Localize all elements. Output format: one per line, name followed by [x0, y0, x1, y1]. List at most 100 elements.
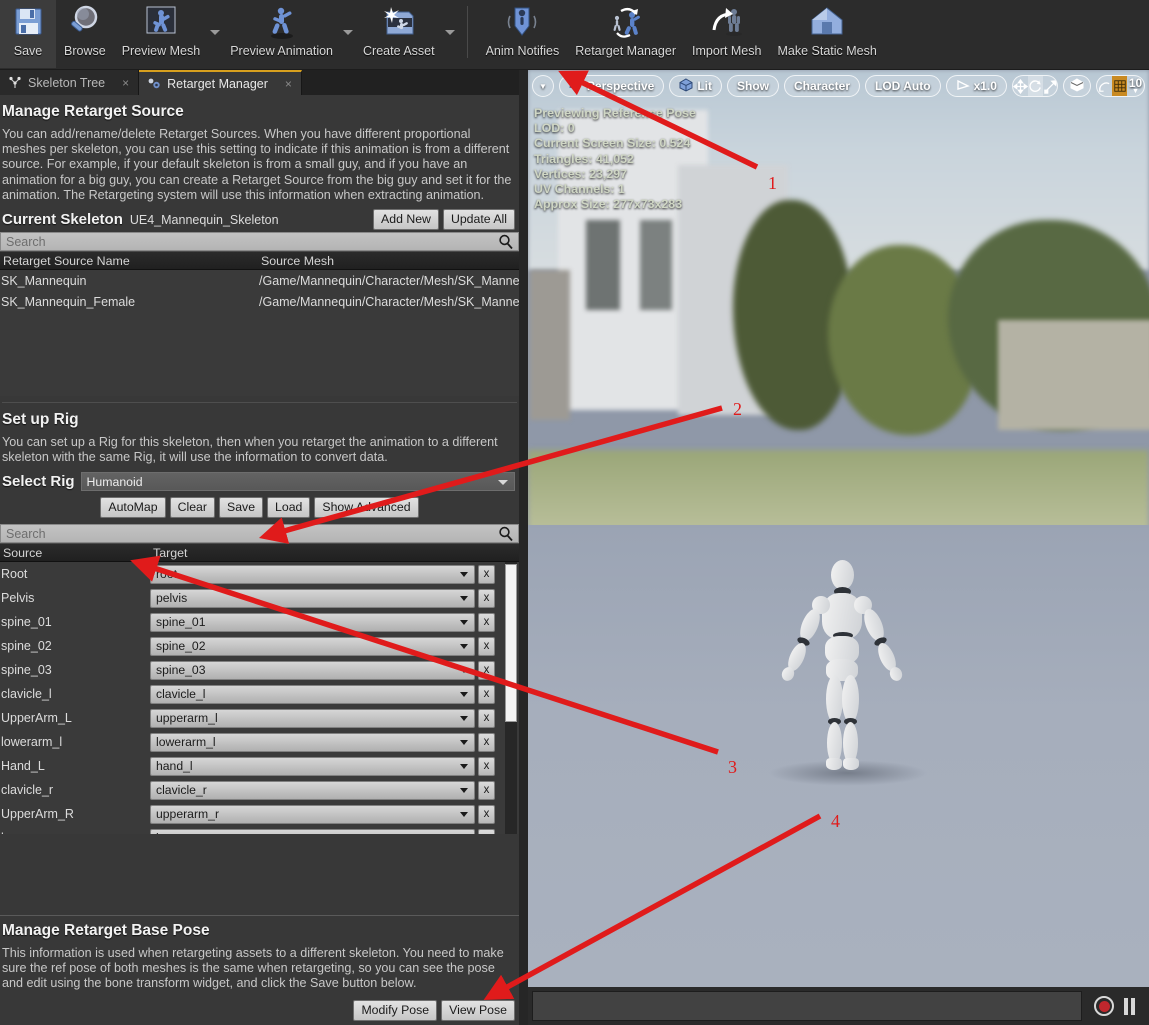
toolbar-button-preview-mesh[interactable]: Preview Mesh — [114, 0, 209, 68]
viewport-lod-menu-button[interactable]: LOD Auto — [865, 75, 941, 97]
bone-mapping-clear-button[interactable]: x — [478, 804, 495, 824]
bone-mapping-target-dropdown[interactable]: spine_02 — [150, 636, 475, 656]
rotate-gizmo-icon[interactable] — [1027, 76, 1043, 96]
clear-button[interactable]: Clear — [169, 497, 215, 519]
column-header-source-mesh[interactable]: Source Mesh — [258, 254, 519, 268]
bone-mapping-source: Pelvis — [1, 591, 35, 606]
toolbar-group-skeleton: Anim Notifies Retarget Manager Import Me… — [478, 0, 885, 70]
save-rig-button[interactable]: Save — [219, 497, 264, 519]
viewport-character-menu-button[interactable]: Character — [783, 75, 861, 97]
bone-mapping-clear-button[interactable]: x — [478, 732, 495, 752]
cell-source-mesh: /Game/Mannequin/Character/Mesh/SK_Manneq — [259, 273, 519, 288]
bone-mapping-clear-button[interactable]: x — [478, 684, 495, 704]
bone-mapping-clear-button[interactable]: x — [478, 708, 495, 728]
toolbar-button-import-mesh[interactable]: Import Mesh — [684, 0, 769, 68]
toolbar-separator — [466, 6, 468, 58]
bone-mapping-target-dropdown[interactable]: pelvis — [150, 588, 475, 608]
toolbar-button-create-asset[interactable]: Create Asset — [355, 0, 443, 68]
viewport-perspective-button[interactable]: Perspective — [558, 75, 665, 97]
tab-close-skeleton-tree[interactable]: × — [119, 76, 132, 90]
tab-close-retarget-manager[interactable]: × — [282, 77, 295, 91]
mannequin-preview-mesh[interactable] — [776, 560, 906, 780]
translate-gizmo-icon[interactable] — [1012, 76, 1028, 96]
bone-mapping-search[interactable] — [0, 524, 519, 544]
viewport-playback-speed-button[interactable]: x1.0 — [945, 75, 1007, 97]
column-header-source[interactable]: Source — [0, 546, 150, 560]
rotation-snap-icon[interactable] — [1097, 76, 1112, 96]
record-icon[interactable] — [1094, 996, 1114, 1016]
preview-mesh-dropdown-caret[interactable] — [208, 0, 222, 68]
grid-snap-value[interactable]: 10 ▼ — [1127, 76, 1144, 96]
create-asset-dropdown-caret[interactable] — [443, 0, 457, 68]
bone-mapping-search-input[interactable] — [1, 526, 497, 541]
show-advanced-button[interactable]: Show Advanced — [314, 497, 419, 519]
bone-mapping-target-value: lowerarm_r — [156, 831, 217, 834]
preview-viewport[interactable]: ▼ Perspective Lit Show Character LOD Aut… — [528, 70, 1149, 1025]
bone-mapping-source: UpperArm_L — [1, 711, 72, 726]
retarget-source-search[interactable] — [0, 232, 519, 252]
toolbar-button-make-static-mesh[interactable]: Make Static Mesh — [769, 0, 884, 68]
bone-mapping-clear-button[interactable]: x — [478, 756, 495, 776]
chevron-down-icon — [460, 812, 468, 818]
retarget-source-actions: Add New Update All — [373, 209, 515, 231]
toolbar-button-browse[interactable]: Browse — [56, 0, 114, 68]
retarget-source-search-input[interactable] — [1, 234, 497, 249]
coordinate-space-button[interactable] — [1063, 75, 1092, 97]
base-pose-actions: Modify Pose View Pose — [353, 1000, 515, 1021]
column-header-target[interactable]: Target — [150, 546, 519, 560]
bone-mapping-clear-button[interactable]: x — [478, 828, 495, 835]
load-rig-button[interactable]: Load — [267, 497, 311, 519]
bone-mapping-clear-button[interactable]: x — [478, 780, 495, 800]
viewport-viewmode-button[interactable]: Lit — [669, 75, 722, 97]
bone-mapping-target-dropdown[interactable]: upperarm_l — [150, 708, 475, 728]
main-toolbar: Save Browse Preview Mesh Preview Animati… — [0, 0, 1149, 70]
scene-building-window — [586, 220, 620, 310]
table-row[interactable]: SK_Mannequin /Game/Mannequin/Character/M… — [0, 270, 519, 291]
bone-mapping-clear-button[interactable]: x — [478, 588, 495, 608]
bone-mapping-target-dropdown[interactable]: clavicle_l — [150, 684, 475, 704]
bone-mapping-target-dropdown[interactable]: lowerarm_r — [150, 828, 475, 835]
scene-structure — [998, 320, 1149, 430]
add-new-button[interactable]: Add New — [373, 209, 439, 231]
column-header-retarget-source-name[interactable]: Retarget Source Name — [0, 254, 258, 268]
pause-icon[interactable] — [1124, 997, 1135, 1015]
tab-skeleton-tree[interactable]: Skeleton Tree × — [0, 70, 140, 95]
import-mesh-icon — [707, 4, 747, 42]
bone-mapping-clear-button[interactable]: x — [478, 612, 495, 632]
bone-mapping-row: spine_01 spine_01 x — [0, 610, 519, 634]
view-pose-button[interactable]: View Pose — [441, 1000, 515, 1021]
bone-mapping-clear-button[interactable]: x — [478, 660, 495, 680]
preview-animation-dropdown-caret[interactable] — [341, 0, 355, 68]
cell-source-mesh: /Game/Mannequin/Character/Mesh/SK_Manneq — [259, 294, 519, 309]
bone-mapping-target-dropdown[interactable]: clavicle_r — [150, 780, 475, 800]
table-row[interactable]: SK_Mannequin_Female /Game/Mannequin/Char… — [0, 291, 519, 312]
bone-mapping-source: lowerarm_l — [1, 735, 63, 750]
bone-mapping-clear-button[interactable]: x — [478, 564, 495, 584]
select-rig-dropdown[interactable]: Humanoid — [80, 472, 515, 492]
bone-mapping-row: spine_03 spine_03 x — [0, 658, 519, 682]
tab-retarget-manager[interactable]: Retarget Manager × — [139, 70, 302, 95]
viewport-options-menu-button[interactable]: ▼ — [532, 75, 554, 97]
toolbar-button-retarget-manager[interactable]: Retarget Manager — [567, 0, 684, 68]
bone-mapping-target-dropdown[interactable]: root — [150, 564, 475, 584]
anim-notifies-icon — [502, 4, 542, 42]
scale-gizmo-icon[interactable] — [1043, 76, 1057, 96]
modify-pose-button[interactable]: Modify Pose — [353, 1000, 438, 1021]
toolbar-button-anim-notifies[interactable]: Anim Notifies — [478, 0, 568, 68]
viewport-show-menu-button[interactable]: Show — [726, 75, 779, 97]
bone-mapping-target-dropdown[interactable]: hand_l — [150, 756, 475, 776]
bone-mapping-target-dropdown[interactable]: spine_03 — [150, 660, 475, 680]
bone-mapping-target-dropdown[interactable]: lowerarm_l — [150, 732, 475, 752]
automap-button[interactable]: AutoMap — [100, 497, 166, 519]
grid-snap-icon[interactable] — [1112, 76, 1128, 96]
bone-mapping-target-dropdown[interactable]: spine_01 — [150, 612, 475, 632]
update-all-button[interactable]: Update All — [442, 209, 515, 231]
toolbar-button-preview-animation[interactable]: Preview Animation — [222, 0, 341, 68]
bone-mapping-clear-button[interactable]: x — [478, 636, 495, 656]
bone-mapping-scrollbar-thumb[interactable] — [505, 564, 517, 723]
search-icon — [497, 233, 515, 251]
bone-mapping-row: Root root x — [0, 562, 519, 586]
animation-timeline-track[interactable] — [532, 991, 1082, 1021]
bone-mapping-target-dropdown[interactable]: upperarm_r — [150, 804, 475, 824]
toolbar-button-save[interactable]: Save — [0, 0, 56, 68]
